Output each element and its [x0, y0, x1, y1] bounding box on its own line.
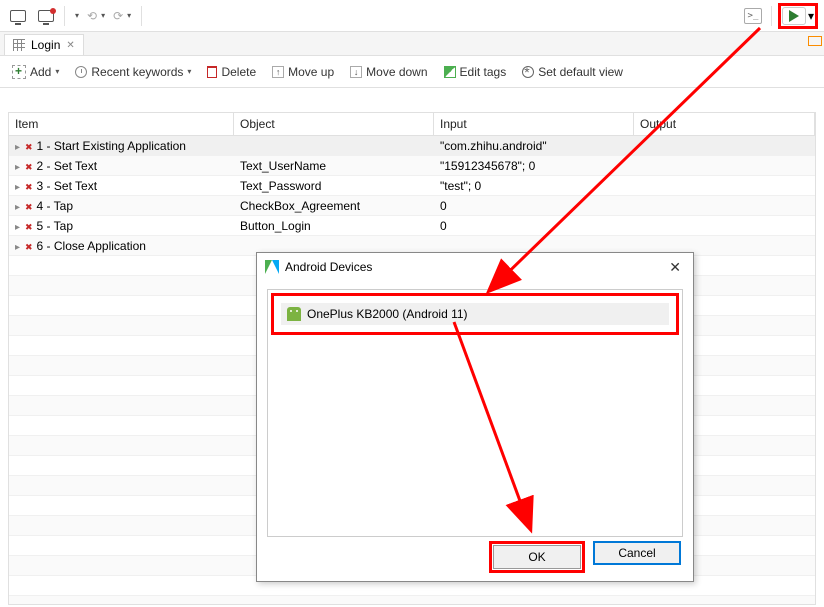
device-label: OnePlus KB2000 (Android 11)	[307, 307, 468, 321]
device-highlight: OnePlus KB2000 (Android 11)	[271, 293, 679, 335]
table-row[interactable]: ▸✖3 - Set TextText_Password"test"; 0	[9, 176, 815, 196]
chevron-down-icon: ▾	[187, 67, 191, 76]
add-label: Add	[30, 65, 51, 79]
edittags-label: Edit tags	[460, 65, 507, 79]
android-devices-dialog: Android Devices ✕ OnePlus KB2000 (Androi…	[256, 252, 694, 582]
col-input[interactable]: Input	[434, 113, 634, 135]
cell-input: "com.zhihu.android"	[434, 135, 634, 157]
dialog-buttons: OK Cancel	[489, 541, 681, 573]
close-icon[interactable]: ✕	[66, 40, 74, 51]
table-row-empty	[9, 596, 815, 605]
cell-input: 0	[434, 195, 634, 217]
cell-output	[634, 242, 815, 250]
table-row[interactable]: ▸✖4 - TapCheckBox_Agreement0	[9, 196, 815, 216]
defaultview-label: Set default view	[538, 65, 623, 79]
run-dropdown[interactable]: ▾	[808, 9, 814, 23]
moveup-label: Move up	[288, 65, 334, 79]
cell-item: 5 - Tap	[37, 219, 73, 233]
edit-icon	[444, 66, 456, 78]
android-icon	[287, 307, 301, 321]
cell-input	[434, 242, 634, 250]
action-bar: Add ▾ Recent keywords ▾ Delete ↑ Move up ↓ M…	[0, 56, 824, 88]
run-button[interactable]	[782, 7, 806, 25]
table-header: Item Object Input Output	[9, 113, 815, 136]
device-item[interactable]: OnePlus KB2000 (Android 11)	[281, 303, 669, 325]
tab-overflow-indicator[interactable]	[808, 36, 822, 46]
separator	[141, 6, 142, 26]
ok-button[interactable]: OK	[493, 545, 581, 569]
run-button-highlight: ▾	[778, 3, 818, 29]
cell-output	[634, 202, 815, 210]
cell-object: Text_UserName	[234, 155, 434, 177]
recent-label: Recent keywords	[91, 65, 183, 79]
separator	[64, 6, 65, 26]
gear-icon	[522, 66, 534, 78]
cell-object: Text_Password	[234, 175, 434, 197]
table-row[interactable]: ▸✖1 - Start Existing Application"com.zhi…	[9, 136, 815, 156]
play-icon	[789, 10, 799, 22]
cell-object	[234, 242, 434, 250]
add-button[interactable]: Add ▾	[8, 63, 63, 81]
col-object[interactable]: Object	[234, 113, 434, 135]
ok-highlight: OK	[489, 541, 585, 573]
add-icon	[12, 65, 26, 79]
dropdown-1[interactable]: ▾	[71, 11, 83, 20]
moveup-button[interactable]: ↑ Move up	[268, 63, 338, 81]
cell-item: 4 - Tap	[37, 199, 73, 213]
top-toolbar: ▾ ⟲▾ ⟳▾ >_ ▾	[0, 0, 824, 32]
defaultview-button[interactable]: Set default view	[518, 63, 627, 81]
table-row[interactable]: ▸✖5 - TapButton_Login0	[9, 216, 815, 236]
cell-item: 1 - Start Existing Application	[37, 139, 186, 153]
movedown-label: Move down	[366, 65, 427, 79]
monitor-record-icon[interactable]	[34, 4, 58, 28]
table-row[interactable]: ▸✖2 - Set TextText_UserName"15912345678"…	[9, 156, 815, 176]
delete-label: Delete	[221, 65, 256, 79]
cell-object	[234, 142, 434, 150]
katalon-logo-icon	[265, 260, 279, 274]
cell-item: 6 - Close Application	[37, 239, 146, 253]
chevron-down-icon: ▾	[55, 67, 59, 76]
cell-output	[634, 222, 815, 230]
cell-output	[634, 182, 815, 190]
recent-keywords-button[interactable]: Recent keywords ▾	[71, 63, 195, 81]
separator	[771, 6, 772, 26]
dialog-title: Android Devices	[285, 260, 372, 274]
device-list: OnePlus KB2000 (Android 11)	[267, 289, 683, 537]
cell-item: 2 - Set Text	[37, 159, 97, 173]
delete-button[interactable]: Delete	[203, 63, 260, 81]
clock-icon	[75, 66, 87, 78]
cell-input: "test"; 0	[434, 175, 634, 197]
col-output[interactable]: Output	[634, 113, 815, 135]
terminal-icon[interactable]: >_	[741, 4, 765, 28]
cell-object: Button_Login	[234, 215, 434, 237]
movedown-button[interactable]: ↓ Move down	[346, 63, 431, 81]
editor-tab-bar: Login ✕	[0, 32, 824, 56]
cell-input: 0	[434, 215, 634, 237]
edittags-button[interactable]: Edit tags	[440, 63, 511, 81]
dialog-titlebar: Android Devices ✕	[257, 253, 693, 281]
undo-dropdown[interactable]: ⟲▾	[87, 9, 109, 23]
arrow-down-icon: ↓	[350, 66, 362, 78]
trash-icon	[207, 66, 217, 78]
tab-label: Login	[31, 38, 60, 52]
tab-login[interactable]: Login ✕	[4, 34, 84, 55]
cell-output	[634, 142, 815, 150]
arrow-up-icon: ↑	[272, 66, 284, 78]
cell-item: 3 - Set Text	[37, 179, 97, 193]
redo-dropdown[interactable]: ⟳▾	[113, 9, 135, 23]
close-icon[interactable]: ✕	[665, 259, 685, 276]
cell-output	[634, 162, 815, 170]
grid-icon	[13, 39, 25, 51]
cell-object: CheckBox_Agreement	[234, 195, 434, 217]
monitor-icon[interactable]	[6, 4, 30, 28]
cell-input: "15912345678"; 0	[434, 155, 634, 177]
col-item[interactable]: Item	[9, 113, 234, 135]
cancel-button[interactable]: Cancel	[593, 541, 681, 565]
